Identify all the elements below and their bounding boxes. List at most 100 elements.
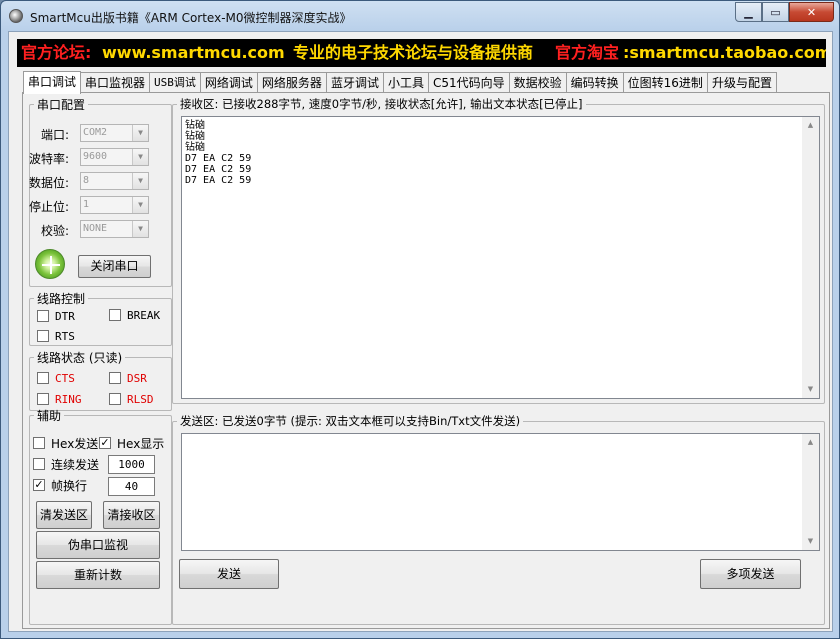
parity-label: 校验: bbox=[41, 224, 70, 238]
frame-length-input[interactable]: 40 bbox=[108, 477, 155, 496]
dtr-checkbox[interactable]: DTR bbox=[37, 309, 75, 323]
tab-serial-debug[interactable]: 串口调试 bbox=[23, 71, 82, 94]
continuous-send-box bbox=[33, 458, 45, 470]
tab-data-checksum[interactable]: 数据校验 bbox=[508, 72, 567, 93]
stopbits-value: 1 bbox=[83, 199, 90, 210]
tab-strip: 串口调试 串口监视器 USB调试 网络调试 网络服务器 蓝牙调试 小工具 C51… bbox=[23, 71, 777, 94]
cts-box bbox=[37, 372, 49, 384]
tab-encoding-convert[interactable]: 编码转换 bbox=[565, 72, 624, 93]
send-interval-input[interactable]: 1000 bbox=[108, 455, 155, 474]
tab-bluetooth-debug[interactable]: 蓝牙调试 bbox=[325, 72, 384, 93]
databits-value: 8 bbox=[83, 175, 90, 186]
minimize-button[interactable]: ▁ bbox=[735, 2, 762, 22]
send-button[interactable]: 发送 bbox=[179, 559, 279, 589]
rlsd-box bbox=[109, 393, 121, 405]
banner-forum-url[interactable]: www.smartmcu.com bbox=[102, 39, 285, 67]
dtr-box bbox=[37, 310, 49, 322]
tab-network-debug[interactable]: 网络调试 bbox=[199, 72, 258, 93]
rts-checkbox[interactable]: RTS bbox=[37, 329, 75, 343]
window-controls: ▁ ▭ ✕ bbox=[735, 2, 834, 22]
title-bar[interactable]: SmartMcu出版书籍《ARM Cortex-M0微控制器深度实战》 ▁ ▭ … bbox=[1, 1, 839, 31]
send-scrollbar[interactable]: ▲ ▼ bbox=[802, 434, 819, 550]
send-status-title: 发送区: 已发送0字节 (提示: 双击文本框可以支持Bin/Txt文件发送) bbox=[180, 414, 521, 428]
cts-label: CTS bbox=[55, 371, 75, 385]
banner-forum-label: 官方论坛: bbox=[21, 43, 92, 62]
parity-select[interactable]: NONE ▼ bbox=[80, 220, 149, 238]
continuous-send-label: 连续发送 bbox=[51, 457, 100, 472]
window-title: SmartMcu出版书籍《ARM Cortex-M0微控制器深度实战》 bbox=[30, 11, 352, 25]
recount-button[interactable]: 重新计数 bbox=[36, 561, 160, 589]
fake-serial-monitor-button[interactable]: 伪串口监视 bbox=[36, 531, 160, 559]
port-status-led-icon bbox=[35, 249, 65, 279]
clear-send-button[interactable]: 清发送区 bbox=[36, 501, 92, 529]
ring-box bbox=[37, 393, 49, 405]
parity-value: NONE bbox=[83, 223, 108, 234]
hex-display-label: Hex显示 bbox=[117, 436, 165, 451]
ad-banner[interactable]: 官方论坛: www.smartmcu.com 专业的电子技术论坛与设备提供商 官… bbox=[17, 39, 826, 67]
frame-newline-label: 帧换行 bbox=[51, 478, 88, 493]
port-value: COM2 bbox=[83, 127, 108, 138]
tab-usb-debug[interactable]: USB调试 bbox=[149, 72, 201, 93]
app-gear-icon bbox=[9, 9, 23, 23]
app-window: SmartMcu出版书籍《ARM Cortex-M0微控制器深度实战》 ▁ ▭ … bbox=[0, 0, 840, 639]
hex-send-checkbox[interactable]: Hex发送 bbox=[33, 436, 99, 451]
receive-textarea[interactable]: 钻硇 钻硇 钻硇 D7 EA C2 59 D7 EA C2 59 D7 EA C… bbox=[181, 116, 820, 399]
databits-label: 数据位: bbox=[29, 176, 70, 190]
stopbits-label: 停止位: bbox=[29, 200, 70, 214]
line-control-title: 线路控制 bbox=[37, 292, 86, 306]
ring-label: RING bbox=[55, 392, 82, 406]
baud-label: 波特率: bbox=[29, 152, 70, 166]
databits-select[interactable]: 8 ▼ bbox=[80, 172, 149, 190]
rts-box bbox=[37, 330, 49, 342]
break-checkbox[interactable]: BREAK bbox=[109, 308, 160, 322]
maximize-button[interactable]: ▭ bbox=[762, 2, 789, 22]
tab-c51-wizard[interactable]: C51代码向导 bbox=[427, 72, 510, 93]
tab-network-server[interactable]: 网络服务器 bbox=[256, 72, 327, 93]
banner-shop-url[interactable]: :smartmcu.taobao.com bbox=[623, 39, 826, 67]
serial-config-title: 串口配置 bbox=[37, 98, 86, 112]
chevron-down-icon: ▼ bbox=[132, 221, 148, 237]
baud-select[interactable]: 9600 ▼ bbox=[80, 148, 149, 166]
break-label: BREAK bbox=[127, 308, 161, 322]
receive-scrollbar[interactable]: ▲ ▼ bbox=[802, 117, 819, 398]
close-button[interactable]: ✕ bbox=[789, 2, 834, 22]
send-textarea[interactable]: ▲ ▼ bbox=[181, 433, 820, 551]
receive-content: 钻硇 钻硇 钻硇 D7 EA C2 59 D7 EA C2 59 D7 EA C… bbox=[185, 120, 252, 186]
scroll-down-icon[interactable]: ▼ bbox=[802, 533, 819, 550]
ring-indicator: RING bbox=[37, 392, 82, 406]
break-box bbox=[109, 309, 121, 321]
chevron-down-icon: ▼ bbox=[132, 149, 148, 165]
serial-debug-panel: 串口配置 端口: COM2 ▼ 波特率: 9600 ▼ 数据位: 8 ▼ 停止位… bbox=[22, 92, 830, 629]
dsr-label: DSR bbox=[127, 371, 147, 385]
led-spark-h bbox=[42, 264, 60, 266]
port-select[interactable]: COM2 ▼ bbox=[80, 124, 149, 142]
port-label: 端口: bbox=[41, 128, 70, 142]
multi-send-button[interactable]: 多项发送 bbox=[700, 559, 801, 589]
banner-shop-label: 官方淘宝 bbox=[555, 43, 620, 62]
scroll-up-icon[interactable]: ▲ bbox=[802, 117, 819, 134]
rlsd-label: RLSD bbox=[127, 392, 154, 406]
clear-receive-button[interactable]: 清接收区 bbox=[103, 501, 160, 529]
tab-serial-monitor[interactable]: 串口监视器 bbox=[80, 72, 151, 93]
chevron-down-icon: ▼ bbox=[132, 125, 148, 141]
aux-title: 辅助 bbox=[37, 409, 62, 423]
chevron-down-icon: ▼ bbox=[132, 173, 148, 189]
hex-send-label: Hex发送 bbox=[51, 436, 99, 451]
banner-slogan: 专业的电子技术论坛与设备提供商 bbox=[293, 43, 534, 62]
stopbits-select[interactable]: 1 ▼ bbox=[80, 196, 149, 214]
scroll-up-icon[interactable]: ▲ bbox=[802, 434, 819, 451]
frame-newline-checkbox[interactable]: ✓ 帧换行 bbox=[33, 478, 88, 493]
line-status-title: 线路状态 (只读) bbox=[37, 351, 123, 365]
close-port-button[interactable]: 关闭串口 bbox=[78, 255, 151, 278]
continuous-send-checkbox[interactable]: 连续发送 bbox=[33, 457, 100, 472]
frame-newline-box: ✓ bbox=[33, 478, 45, 491]
dtr-label: DTR bbox=[55, 309, 75, 323]
hex-send-box bbox=[33, 437, 45, 449]
tab-tools[interactable]: 小工具 bbox=[382, 72, 429, 93]
dsr-box bbox=[109, 372, 121, 384]
tab-bitmap-to-hex[interactable]: 位图转16进制 bbox=[622, 72, 708, 93]
hex-display-checkbox[interactable]: ✓ Hex显示 bbox=[99, 436, 165, 451]
tab-upgrade-config[interactable]: 升级与配置 bbox=[706, 72, 777, 93]
scroll-down-icon[interactable]: ▼ bbox=[802, 381, 819, 398]
cts-indicator: CTS bbox=[37, 371, 75, 385]
